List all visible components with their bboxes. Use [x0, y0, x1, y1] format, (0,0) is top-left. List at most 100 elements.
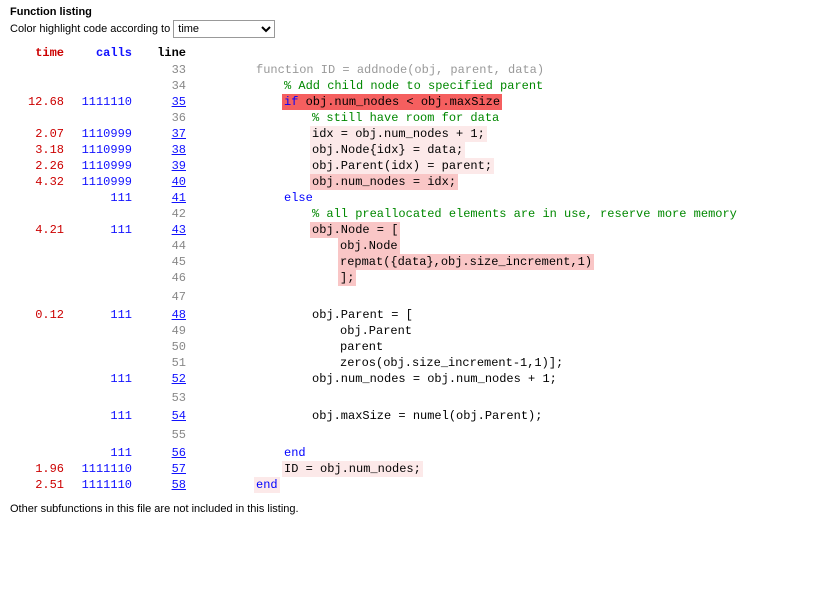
time-cell: 2.51: [10, 477, 70, 493]
time-cell: 1.96: [10, 461, 70, 477]
time-cell: [10, 408, 70, 424]
calls-cell: 1110999: [70, 174, 138, 190]
time-cell: 4.32: [10, 174, 70, 190]
code-row: 0.1211148obj.Parent = [: [10, 307, 745, 323]
code-listing-table: time calls line 33function ID = addnode(…: [10, 44, 745, 493]
code-row: 11156end: [10, 445, 745, 461]
line-link[interactable]: 52: [172, 372, 186, 386]
code-row: 36% still have room for data: [10, 110, 745, 126]
line-link[interactable]: 35: [172, 95, 186, 109]
code-row: 51zeros(obj.size_increment-1,1)];: [10, 355, 745, 371]
code-cell: obj.Node: [192, 238, 745, 254]
code-row: 11141else: [10, 190, 745, 206]
line-link[interactable]: 38: [172, 143, 186, 157]
line-link[interactable]: 57: [172, 462, 186, 476]
time-cell: [10, 371, 70, 387]
lineno-cell: 44: [138, 238, 192, 254]
lineno-cell[interactable]: 48: [138, 307, 192, 323]
lineno-cell[interactable]: 57: [138, 461, 192, 477]
code-cell: obj.Parent(idx) = parent;: [192, 158, 745, 174]
code-row: 12.68111111035if obj.num_nodes < obj.max…: [10, 94, 745, 110]
calls-cell: 111: [70, 307, 138, 323]
lineno-cell[interactable]: 37: [138, 126, 192, 142]
code-cell: zeros(obj.size_increment-1,1)];: [192, 355, 745, 371]
line-link[interactable]: 40: [172, 175, 186, 189]
calls-cell: 1111110: [70, 94, 138, 110]
time-cell: [10, 387, 70, 408]
calls-cell: [70, 78, 138, 94]
code-cell: obj.Parent = [: [192, 307, 745, 323]
lineno-cell[interactable]: 58: [138, 477, 192, 493]
line-link[interactable]: 54: [172, 409, 186, 423]
code-cell: end: [192, 445, 745, 461]
time-cell: [10, 339, 70, 355]
col-header-line: line: [138, 44, 192, 62]
time-cell: 4.21: [10, 222, 70, 238]
time-cell: [10, 445, 70, 461]
time-cell: [10, 355, 70, 371]
calls-cell: [70, 206, 138, 222]
code-cell: obj.num_nodes = obj.num_nodes + 1;: [192, 371, 745, 387]
lineno-cell[interactable]: 54: [138, 408, 192, 424]
lineno-cell[interactable]: 52: [138, 371, 192, 387]
highlight-dropdown[interactable]: timecallsnumcallscoveragenone: [173, 20, 275, 38]
lineno-cell[interactable]: 41: [138, 190, 192, 206]
col-header-time: time: [10, 44, 70, 62]
line-link[interactable]: 39: [172, 159, 186, 173]
time-cell: [10, 110, 70, 126]
line-link[interactable]: 43: [172, 223, 186, 237]
code-row: 50parent: [10, 339, 745, 355]
lineno-cell[interactable]: 39: [138, 158, 192, 174]
calls-cell: [70, 355, 138, 371]
code-row: 45repmat({data},obj.size_increment,1): [10, 254, 745, 270]
time-cell: [10, 286, 70, 307]
code-cell: % still have room for data: [192, 110, 745, 126]
code-row: 4.2111143obj.Node = [: [10, 222, 745, 238]
lineno-cell: 33: [138, 62, 192, 78]
code-row: 1.96111111057ID = obj.num_nodes;: [10, 461, 745, 477]
code-row: 47: [10, 286, 745, 307]
code-cell: if obj.num_nodes < obj.maxSize: [192, 94, 745, 110]
line-link[interactable]: 56: [172, 446, 186, 460]
time-cell: [10, 62, 70, 78]
code-row: 111 52 obj.num_nodes = obj.num_nodes + 1;: [10, 371, 745, 387]
calls-cell: [70, 254, 138, 270]
time-cell: [10, 323, 70, 339]
lineno-cell: 34: [138, 78, 192, 94]
code-row: 49obj.Parent: [10, 323, 745, 339]
lineno-cell[interactable]: 56: [138, 445, 192, 461]
time-cell: [10, 190, 70, 206]
code-cell: function ID = addnode(obj, parent, data): [192, 62, 745, 78]
line-link[interactable]: 41: [172, 191, 186, 205]
lineno-cell[interactable]: 38: [138, 142, 192, 158]
code-cell: obj.Node = [: [192, 222, 745, 238]
code-cell: obj.num_nodes = idx;: [192, 174, 745, 190]
code-cell: obj.Node{idx} = data;: [192, 142, 745, 158]
col-header-calls: calls: [70, 44, 138, 62]
calls-cell: 111: [70, 371, 138, 387]
lineno-cell[interactable]: 43: [138, 222, 192, 238]
lineno-cell[interactable]: 35: [138, 94, 192, 110]
lineno-cell: 42: [138, 206, 192, 222]
code-row: 44obj.Node: [10, 238, 745, 254]
line-link[interactable]: 48: [172, 308, 186, 322]
calls-cell: 1110999: [70, 158, 138, 174]
time-cell: [10, 254, 70, 270]
line-link[interactable]: 58: [172, 478, 186, 492]
lineno-cell[interactable]: 40: [138, 174, 192, 190]
code-cell: % all preallocated elements are in use, …: [192, 206, 745, 222]
time-cell: 2.07: [10, 126, 70, 142]
code-cell: [192, 387, 745, 408]
lineno-cell: 49: [138, 323, 192, 339]
calls-cell: 1111110: [70, 477, 138, 493]
calls-cell: [70, 339, 138, 355]
calls-cell: 111: [70, 408, 138, 424]
line-link[interactable]: 37: [172, 127, 186, 141]
time-cell: [10, 78, 70, 94]
code-cell: parent: [192, 339, 745, 355]
code-row: 34% Add child node to specified parent: [10, 78, 745, 94]
footer-note: Other subfunctions in this file are not …: [10, 503, 806, 515]
code-row: 2.26111099939obj.Parent(idx) = parent;: [10, 158, 745, 174]
code-row: 2.07111099937idx = obj.num_nodes + 1;: [10, 126, 745, 142]
code-row: 3.18111099938obj.Node{idx} = data;: [10, 142, 745, 158]
